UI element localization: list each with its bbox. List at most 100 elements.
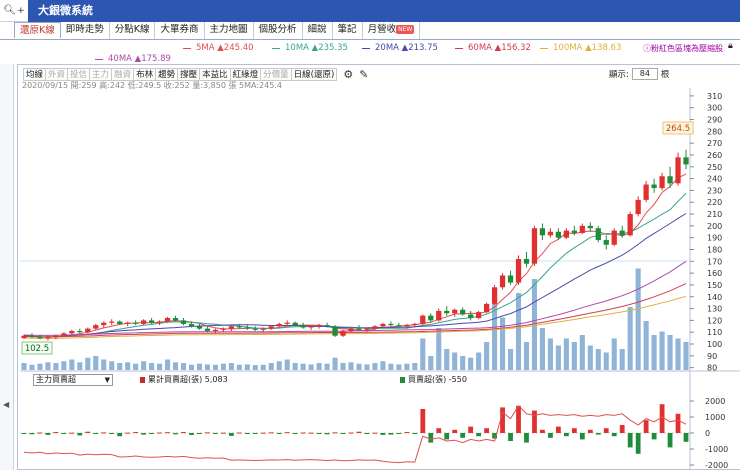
candle-body	[101, 322, 107, 326]
candle-body	[491, 287, 498, 304]
flow-bar	[516, 405, 521, 433]
volume-bar	[252, 365, 258, 370]
volume-bar	[579, 335, 585, 370]
price-tick-label: 110	[707, 328, 722, 337]
flow-bar	[356, 431, 362, 433]
volume-bar	[412, 363, 418, 370]
flow-bar	[571, 428, 577, 433]
volume-bar	[53, 363, 59, 370]
indicator-legend-daily: 買賣超(張) -550	[400, 374, 467, 385]
candle-body	[635, 199, 641, 215]
candle-body	[308, 326, 314, 328]
indicator-select[interactable]: 主力買賣超 ▼	[33, 374, 113, 386]
flow-bar	[85, 431, 91, 433]
candle-body	[29, 335, 35, 337]
flow-bar	[61, 433, 67, 434]
flow-bar	[53, 432, 59, 434]
flow-bar	[364, 433, 370, 434]
candle-body	[372, 326, 378, 329]
candle-body	[93, 325, 99, 329]
candle-body	[388, 323, 394, 326]
ma-line-5	[23, 173, 687, 338]
candle-body	[515, 258, 522, 283]
volume-bar	[196, 363, 203, 370]
flow-bar	[484, 428, 489, 433]
flow-bar	[101, 432, 107, 434]
flow-bar	[276, 433, 282, 434]
volume-bar	[444, 349, 450, 370]
candle-body	[252, 328, 258, 330]
candle-body	[188, 323, 195, 327]
flow-bar	[436, 428, 442, 433]
flow-bar	[476, 433, 482, 437]
volume-bar	[276, 361, 282, 370]
candle-body	[547, 231, 554, 236]
candle-body	[595, 228, 601, 241]
volume-bar	[563, 338, 569, 370]
flow-bar	[117, 433, 123, 437]
candle-body	[356, 328, 362, 330]
candle-body	[244, 327, 250, 329]
flow-bar	[372, 432, 378, 434]
candle-body	[483, 303, 490, 313]
flow-bar	[548, 433, 553, 438]
flow-bar	[627, 433, 633, 448]
volume-bar	[492, 303, 498, 370]
flow-bar	[579, 433, 585, 440]
candle-body	[21, 335, 27, 339]
volume-bar	[500, 317, 506, 370]
volume-bar	[404, 363, 410, 370]
flow-bar	[388, 433, 394, 435]
candle-body	[675, 157, 681, 184]
chevron-down-icon: ▼	[104, 376, 110, 384]
candle-body	[539, 228, 546, 236]
flow-bar	[93, 433, 99, 434]
volume-bar	[69, 359, 75, 370]
candle-body	[468, 314, 474, 319]
volume-bar	[308, 364, 314, 370]
flow-bar	[37, 432, 43, 434]
flow-bar	[444, 433, 450, 440]
candle-body	[475, 312, 482, 319]
candle-body	[531, 228, 538, 264]
candle-body	[340, 331, 346, 336]
volume-bar	[165, 359, 171, 370]
candle-body	[507, 275, 514, 283]
volume-bar	[109, 361, 115, 370]
current-price-label: 264.5	[666, 124, 690, 134]
price-tick-label: 250	[707, 163, 722, 172]
flow-bar	[221, 432, 226, 434]
price-tick-label: 80	[707, 364, 717, 373]
flow-bar	[428, 433, 434, 443]
candle-body	[148, 320, 155, 323]
volume-bar	[372, 363, 378, 370]
flow-bar	[396, 433, 402, 434]
price-tick-label: 310	[707, 92, 722, 101]
candle-body	[204, 328, 211, 332]
volume-bar	[172, 362, 179, 370]
indicator-tick-label: 2000	[705, 397, 725, 406]
volume-bar	[101, 359, 107, 370]
volume-bar	[587, 345, 593, 370]
flow-bar	[651, 433, 657, 440]
flow-bar	[228, 433, 234, 436]
flow-bar	[316, 433, 322, 434]
candle-body	[523, 258, 530, 264]
volume-bar	[133, 363, 139, 370]
volume-bar	[77, 362, 83, 370]
volume-bar	[380, 361, 386, 370]
volume-bar	[595, 349, 601, 370]
indicator-tick-label: -2000	[705, 461, 728, 470]
flow-bar	[452, 429, 458, 433]
price-tick-label: 200	[707, 222, 722, 231]
candle-body	[300, 325, 306, 328]
volume-bar	[180, 363, 187, 370]
candle-body	[140, 320, 147, 324]
candle-body	[180, 320, 187, 324]
flow-bar	[603, 428, 609, 433]
candle-body	[69, 331, 75, 334]
price-tick-label: 100	[707, 340, 722, 349]
flow-bar	[420, 409, 426, 433]
price-tick-label: 300	[707, 104, 722, 113]
volume-bar	[332, 357, 338, 370]
